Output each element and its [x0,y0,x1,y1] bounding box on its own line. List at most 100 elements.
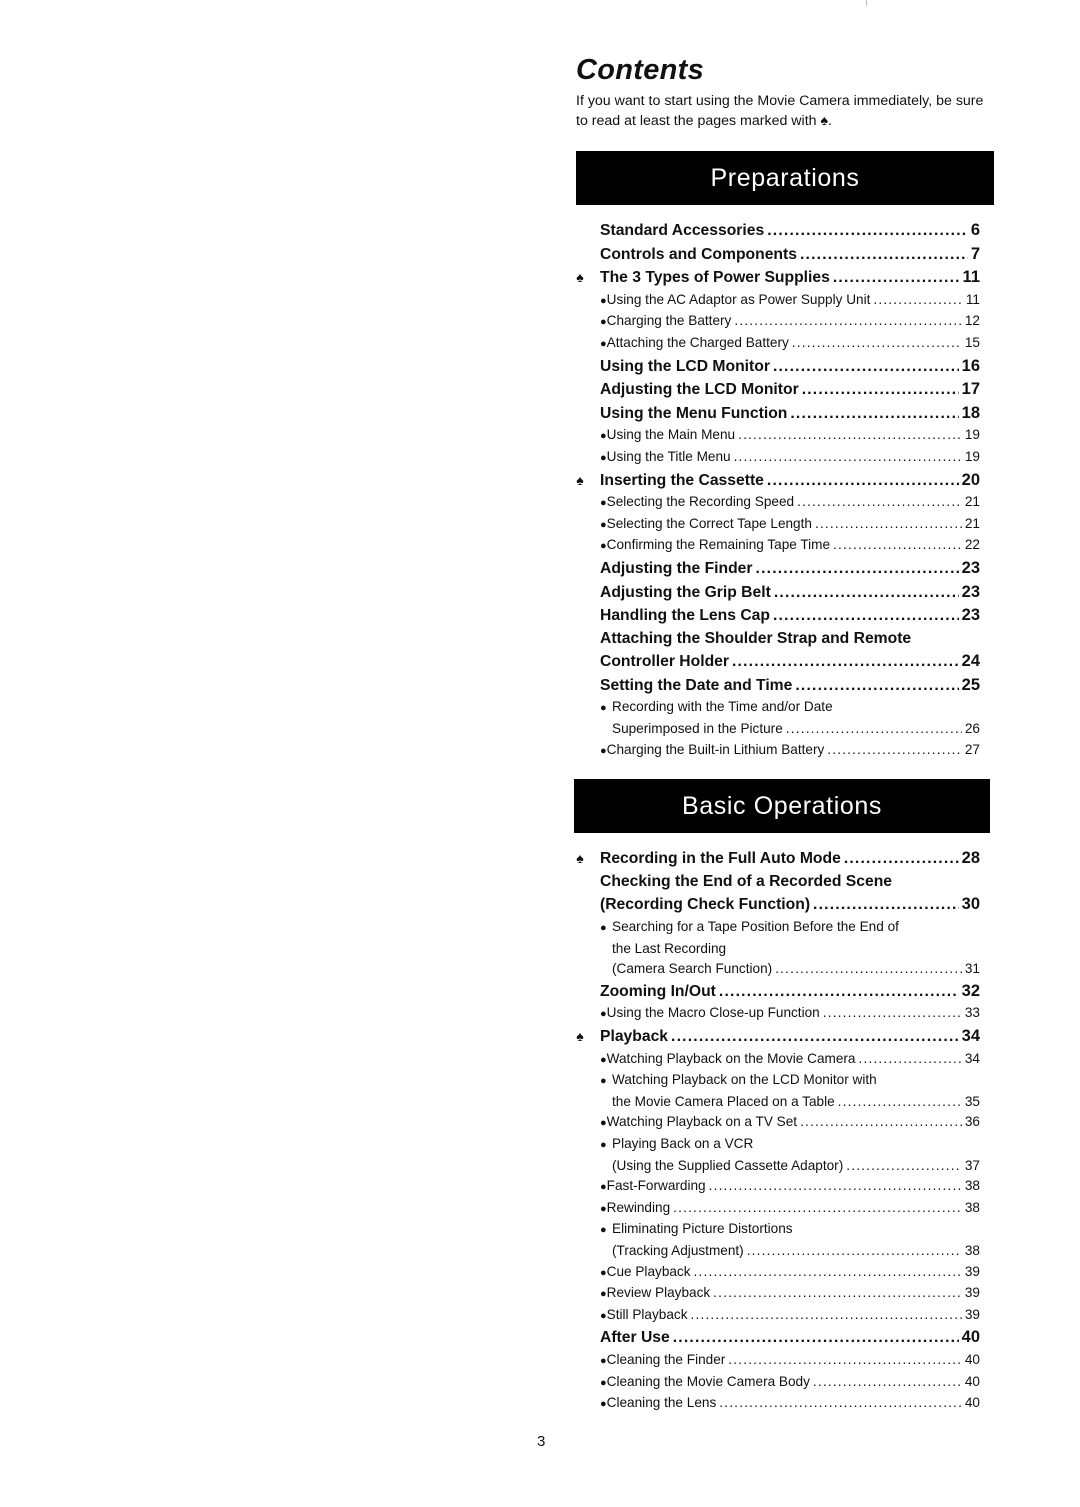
toc-entry-checking-the-end-of-a-recorded-scene[interactable]: Checking the End of a Recorded Scene (Rec… [600,871,980,917]
entry-label: Confirming the Remaining Tape Time [606,537,831,553]
dot-leader [833,535,962,556]
toc-entry-zooming-in-out[interactable]: Zooming In/Out 32 [600,980,980,1004]
toc-entry-adjusting-the-finder[interactable]: Adjusting the Finder 23 [600,557,980,581]
toc-subentry-using-the-main-menu[interactable]: ●Using the Main Menu 19 [600,425,980,447]
page-ref: 39 [964,1306,980,1322]
page-title: Contents [576,54,705,86]
toc-subentry-watching-playback-on-the-movie-camera[interactable]: ●Watching Playback on the Movie Camera 34 [600,1049,980,1071]
toc-subentry-cleaning-the-finder[interactable]: ●Cleaning the Finder 40 [600,1350,980,1372]
toc-subentry-cue-playback[interactable]: ●Cue Playback 39 [600,1262,980,1284]
bullet-icon: ● [600,1309,607,1322]
toc-subentry-cleaning-the-lens[interactable]: ●Cleaning the Lens 40 [600,1393,980,1415]
dot-leader [844,848,959,871]
toc-entry-adjusting-the-grip-belt[interactable]: Adjusting the Grip Belt 23 [600,581,980,605]
entry-label: the Movie Camera Placed on a Table [612,1093,835,1109]
page-ref: 24 [961,652,980,671]
entry-label: Cleaning the Lens [606,1395,717,1411]
toc-entry-inserting-the-cassette[interactable]: ♠ Inserting the Cassette 20 [576,469,980,493]
section-banner-preparations: Preparations [576,151,994,205]
page-ref: 35 [964,1093,980,1109]
dot-leader [673,1327,959,1350]
toc-entry-standard-accessories[interactable]: Standard Accessories 6 [600,219,980,243]
toc-subentry-confirming-the-remaining-tape-time[interactable]: ●Confirming the Remaining Tape Time 22 [600,535,980,557]
bullet-icon: ● [600,1354,607,1367]
entry-label: Watching Playback on the LCD Monitor wit… [612,1072,877,1088]
toc-subentry-searching-for-a-tape-position-before-the-end-of[interactable]: ● Searching for a Tape Position Before th… [600,917,980,980]
toc-entry-controls-and-components[interactable]: Controls and Components 7 [600,243,980,267]
toc-entry-after-use[interactable]: After Use 40 [600,1326,980,1350]
toc-preparations: Standard Accessories 6 Controls and Compon… [576,219,980,762]
manual-page: Contents If you want to start using the … [0,0,1080,1507]
toc-subentry-rewinding[interactable]: ●Rewinding 38 [600,1198,980,1220]
toc-subentry-selecting-the-correct-tape-length[interactable]: ●Selecting the Correct Tape Length 21 [600,514,980,536]
toc-entry-handling-the-lens-cap[interactable]: Handling the Lens Cap 23 [600,604,980,628]
entry-label: Adjusting the Finder [600,559,753,577]
entry-label: Recording with the Time and/or Date [612,699,833,715]
toc-entry-using-the-lcd-monitor[interactable]: Using the LCD Monitor 16 [600,355,980,379]
toc-subentry-fast-forwarding[interactable]: ●Fast-Forwarding 38 [600,1176,980,1198]
page-ref: 40 [964,1373,980,1389]
toc-subentry-using-the-title-menu[interactable]: ●Using the Title Menu 19 [600,447,980,469]
scan-artifact [866,0,867,6]
spade-icon: ♠ [576,1028,584,1044]
toc-subentry-using-the-macro-close-up-function[interactable]: ●Using the Macro Close-up Function 33 [600,1003,980,1025]
entry-label: Adjusting the LCD Monitor [600,381,799,399]
toc-entry-using-the-menu-function[interactable]: Using the Menu Function 18 [600,402,980,426]
bullet-icon: ● [600,1224,607,1237]
toc-entry-recording-in-the-full-auto-mode[interactable]: ♠ Recording in the Full Auto Mode 28 [576,847,980,871]
dot-leader [827,740,962,761]
page-ref: 39 [964,1285,980,1301]
toc-subentry-eliminating-picture-distortions[interactable]: ● Eliminating Picture Distortions (Trackin… [600,1219,980,1261]
entry-label: Selecting the Correct Tape Length [606,515,812,531]
page-ref: 23 [961,606,980,625]
dot-leader [713,1283,962,1304]
entry-label: (Tracking Adjustment) [612,1242,744,1258]
entry-label: Searching for a Tape Position Before the… [612,919,899,935]
entry-label: Fast-Forwarding [606,1178,706,1194]
toc-subentry-attaching-the-charged-battery[interactable]: ●Attaching the Charged Battery 15 [600,333,980,355]
entry-label: Still Playback [606,1306,688,1322]
toc-subentry-still-playback[interactable]: ●Still Playback 39 [600,1305,980,1327]
dot-leader [786,719,962,740]
toc-subentry-cleaning-the-movie-camera-body[interactable]: ●Cleaning the Movie Camera Body 40 [600,1372,980,1394]
toc-entry-the-3-types-of-power-supplies[interactable]: ♠ The 3 Types of Power Supplies 11 [576,266,980,290]
page-ref: 30 [961,895,980,914]
bullet-icon: ● [600,1376,607,1389]
page-ref: 11 [962,268,980,287]
dot-leader [732,651,959,674]
bullet-icon: ● [600,337,607,350]
toc-subentry-using-the-ac-adaptor-as-power-supply-unit[interactable]: ● Using the AC Adaptor as Power Supply Un… [600,290,980,312]
dot-leader [800,1112,962,1133]
toc-subentry-charging-the-battery[interactable]: ●Charging the Battery 12 [600,311,980,333]
page-ref: 34 [961,1027,980,1045]
bullet-icon: ● [600,1202,607,1215]
toc-subentry-playing-back-on-a-vcr[interactable]: ● Playing Back on a VCR (Using the Supplie… [600,1134,980,1176]
dot-leader [792,333,962,354]
toc-entry-setting-the-date-and-time[interactable]: Setting the Date and Time 25 [600,674,980,698]
entry-label: Recording in the Full Auto Mode [600,850,841,868]
page-ref: 16 [961,356,980,375]
bullet-icon: ● [600,518,607,531]
toc-subentry-selecting-the-recording-speed[interactable]: ●Selecting the Recording Speed 21 [600,492,980,514]
entry-label: Watching Playback on the Movie Camera [606,1050,856,1066]
toc-subentry-watching-playback-on-the-lcd-monitor-with[interactable]: ● Watching Playback on the LCD Monitor wi… [600,1070,980,1112]
toc-entry-playback[interactable]: ♠ Playback 34 [576,1025,980,1049]
toc-subentry-watching-playback-on-a-tv-set[interactable]: ●Watching Playback on a TV Set 36 [600,1112,980,1134]
toc-entry-adjusting-the-lcd-monitor[interactable]: Adjusting the LCD Monitor 17 [600,378,980,402]
entry-label: Controller Holder [600,653,729,671]
entry-label: Superimposed in the Picture [612,721,783,737]
toc-subentry-review-playback[interactable]: ●Review Playback 39 [600,1283,980,1305]
page-ref: 28 [961,849,980,868]
page-ref: 37 [964,1157,980,1173]
entry-label: Playback [600,1028,669,1045]
bullet-icon: ● [600,1008,607,1021]
entry-label: Attaching the Charged Battery [606,334,789,350]
entry-label: Cue Playback [606,1263,691,1279]
toc-subentry-charging-the-built-in-lithium-battery[interactable]: ●Charging the Built-in Lithium Battery 27 [600,740,980,762]
page-ref: 40 [964,1395,980,1411]
dot-leader [767,220,968,243]
bullet-icon: ● [600,1266,607,1279]
toc-subentry-recording-with-the-time-and-or-date[interactable]: ● Recording with the Time and/or Date Supe… [600,697,980,739]
entry-label: (Using the Supplied Cassette Adaptor) [612,1157,844,1173]
toc-entry-attaching-the-shoulder-strap-and-remote[interactable]: Attaching the Shoulder Strap and Remote C… [600,628,980,674]
